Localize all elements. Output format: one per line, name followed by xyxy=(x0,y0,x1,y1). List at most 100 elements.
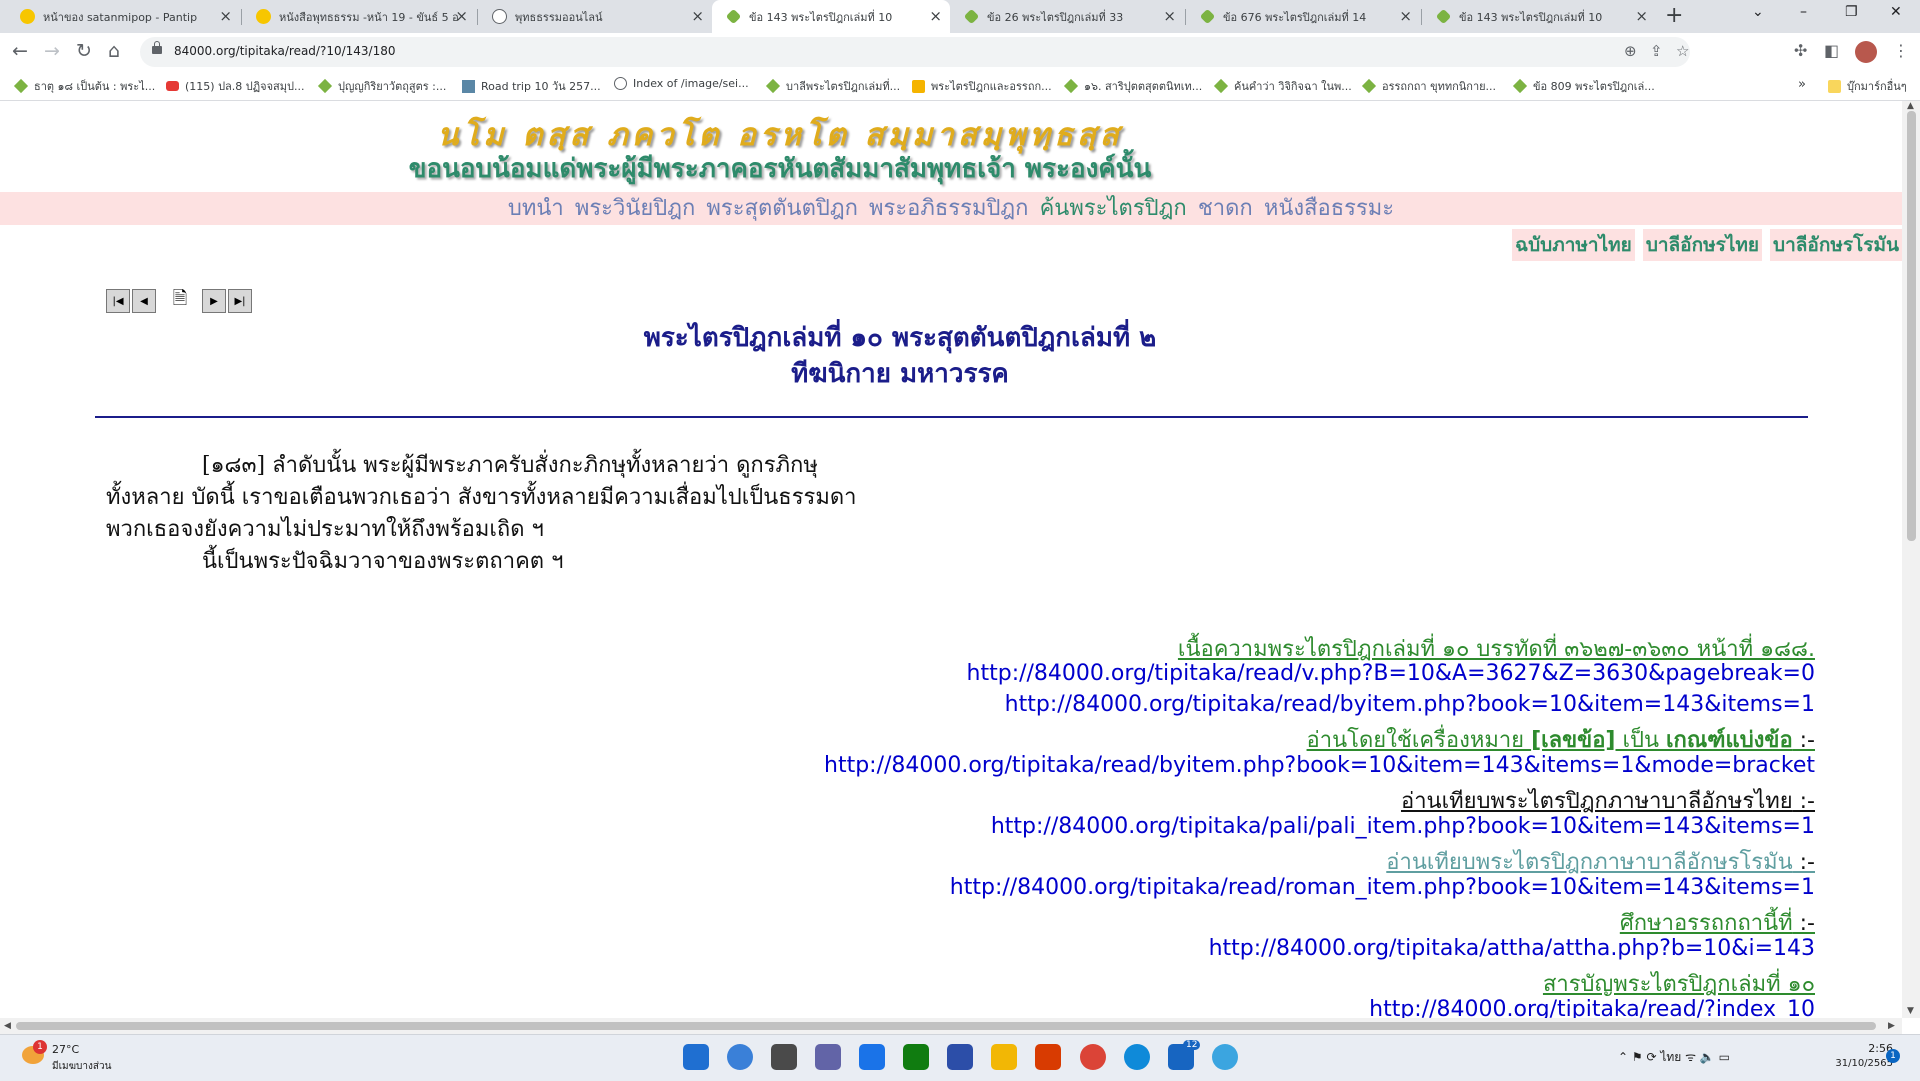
url-index[interactable]: http://84000.org/tipitaka/read/?index_10 xyxy=(1369,997,1815,1018)
menu-intro[interactable]: บทนำ xyxy=(508,196,564,221)
profile-avatar[interactable] xyxy=(1855,41,1877,63)
url-range[interactable]: http://84000.org/tipitaka/read/v.php?B=1… xyxy=(967,661,1815,686)
bookmark-item[interactable]: อรรถกถา ขุททกนิกาย... xyxy=(1361,77,1496,95)
scroll-left-icon[interactable]: ◀ xyxy=(4,1021,11,1031)
reload-icon[interactable]: ↻ xyxy=(76,41,92,61)
item-navigation: |◀ ◀ 🗎 ▶ ▶| xyxy=(106,287,254,315)
previous-item-icon[interactable]: ◀ xyxy=(132,289,156,313)
other-bookmarks-folder[interactable]: บุ๊กมาร์กอื่นๆ xyxy=(1828,77,1907,95)
minimize-button[interactable]: – xyxy=(1800,4,1807,20)
bookmark-item[interactable]: ค้นคำว่า วิจิกิจฉา ในพ... xyxy=(1213,77,1352,95)
bookmark-item[interactable]: ๑๖. สาริปุตตสุตตนิทเท... xyxy=(1063,77,1202,95)
menu-kebab-icon[interactable]: ⋮ xyxy=(1893,41,1909,60)
back-arrow-icon[interactable]: ← xyxy=(12,41,28,61)
scroll-thumb[interactable] xyxy=(16,1022,1876,1030)
system-tray[interactable]: ⌃ ⚑ ⟳ ไทย ᯤ 🔈 ▭ xyxy=(1618,1048,1730,1067)
close-window-button[interactable]: ✕ xyxy=(1890,4,1902,20)
bookmark-item[interactable]: ปุญญกิริยาวัตถุสูตร :... xyxy=(317,77,446,95)
close-icon[interactable]: × xyxy=(1399,8,1412,24)
weather-condition[interactable]: มีเมฆบางส่วน xyxy=(52,1059,111,1074)
url-byitem[interactable]: http://84000.org/tipitaka/read/byitem.ph… xyxy=(1005,692,1815,717)
index-link[interactable]: สารบัญพระไตรปิฎกเล่มที่ ๑๐ xyxy=(1543,966,1815,1001)
url-pali-roman[interactable]: http://84000.org/tipitaka/read/roman_ite… xyxy=(950,875,1815,900)
close-icon[interactable]: × xyxy=(691,8,704,24)
edge-icon[interactable] xyxy=(1124,1044,1150,1070)
tab-buddhadham-book[interactable]: หนังสือพุทธธรรม -หน้า 19 - ขันธ์ 5 อ × xyxy=(242,0,476,33)
scroll-right-icon[interactable]: ▶ xyxy=(1888,1021,1895,1031)
tab-buddhadham-online[interactable]: พุทธธรรมออนไลน์ × xyxy=(478,0,712,33)
mail-icon[interactable] xyxy=(859,1044,885,1070)
vertical-scrollbar[interactable]: ▲ ▼ xyxy=(1902,101,1920,1018)
forward-arrow-icon[interactable]: → xyxy=(44,41,60,61)
zoom-icon[interactable]: ⊕ xyxy=(1624,42,1637,60)
close-icon[interactable]: × xyxy=(1635,8,1648,24)
url-bracket[interactable]: http://84000.org/tipitaka/read/byitem.ph… xyxy=(824,753,1815,778)
home-icon[interactable]: ⌂ xyxy=(108,41,120,61)
share-icon[interactable]: ⇪ xyxy=(1650,42,1663,60)
url-attha[interactable]: http://84000.org/tipitaka/attha/attha.ph… xyxy=(1209,936,1815,961)
horizontal-scrollbar[interactable]: ◀ ▶ xyxy=(0,1018,1902,1034)
pali-roman-link[interactable]: อ่านเทียบพระไตรปิฎกภาษาบาลีอักษรโรมัน :- xyxy=(1386,844,1815,879)
menu-suttanta[interactable]: พระสุตตันตปิฎก xyxy=(706,196,858,221)
office-icon[interactable] xyxy=(1035,1044,1061,1070)
notification-badge[interactable]: 1 xyxy=(1886,1049,1900,1063)
tab-tipitaka-676[interactable]: ข้อ 676 พระไตรปิฎกเล่มที่ 14 × xyxy=(1186,0,1420,33)
address-bar[interactable]: 84000.org/tipitaka/read/?10/143/180 ⊕ ⇪ … xyxy=(140,37,1690,67)
bracket-mode-link[interactable]: อ่านโดยใช้เครื่องหมาย [เลขข้อ] เป็น เกณฑ… xyxy=(1307,722,1815,757)
lang-pali-roman-button[interactable]: บาลีอักษรโรมัน xyxy=(1770,229,1902,261)
lock-icon[interactable] xyxy=(152,41,162,54)
bookmark-star-icon[interactable]: ☆ xyxy=(1676,42,1689,60)
extensions-icon[interactable]: ✣ xyxy=(1794,41,1807,60)
last-item-icon[interactable]: ▶| xyxy=(228,289,252,313)
restore-button[interactable]: ❐ xyxy=(1845,4,1858,20)
menu-jataka[interactable]: ชาดก xyxy=(1198,196,1253,221)
teams-chat-icon[interactable] xyxy=(815,1044,841,1070)
bookmark-item[interactable]: ธาตุ ๑๘ เป็นต้น : พระไ... xyxy=(13,77,155,95)
first-item-icon[interactable]: |◀ xyxy=(106,289,130,313)
scroll-down-icon[interactable]: ▼ xyxy=(1907,1006,1914,1016)
new-tab-button[interactable]: + xyxy=(1665,3,1683,28)
input-language[interactable]: ไทย xyxy=(1660,1050,1681,1064)
url-text[interactable]: 84000.org/tipitaka/read/?10/143/180 xyxy=(174,44,396,58)
attha-link[interactable]: ศึกษาอรรถกถานี้ที่ :- xyxy=(1620,905,1815,940)
close-icon[interactable]: × xyxy=(455,8,468,24)
bookmark-item[interactable]: พระไตรปิฎกและอรรถก... xyxy=(912,77,1052,95)
scroll-up-icon[interactable]: ▲ xyxy=(1907,101,1914,111)
bookmark-item[interactable]: Road trip 10 วัน 257... xyxy=(462,77,601,95)
bookmark-item[interactable]: บาลีพระไตรปิฎกเล่มที่... xyxy=(765,77,900,95)
chrome-icon[interactable] xyxy=(1080,1044,1106,1070)
document-icon[interactable]: 🗎 xyxy=(168,288,192,313)
pali-thai-link[interactable]: อ่านเทียบพระไตรปิฎกภาษาบาลีอักษรไทย :- xyxy=(1401,783,1815,818)
network-app-icon[interactable] xyxy=(1212,1044,1238,1070)
menu-search[interactable]: ค้นพระไตรปิฎก xyxy=(1040,196,1187,221)
task-view-icon[interactable] xyxy=(771,1044,797,1070)
xbox-icon[interactable] xyxy=(903,1044,929,1070)
search-icon[interactable] xyxy=(727,1044,753,1070)
menu-abhidhamma[interactable]: พระอภิธรรมปิฎก xyxy=(869,196,1028,221)
close-icon[interactable]: × xyxy=(929,8,942,24)
bookmarks-overflow-button[interactable]: » xyxy=(1798,77,1806,92)
bookmark-item[interactable]: Index of /image/sei... xyxy=(614,77,749,90)
scroll-thumb[interactable] xyxy=(1907,111,1916,541)
menu-dhamma-books[interactable]: หนังสือธรรมะ xyxy=(1264,196,1394,221)
url-pali-thai[interactable]: http://84000.org/tipitaka/pali/pali_item… xyxy=(991,814,1815,839)
tab-tipitaka-143-active[interactable]: ข้อ 143 พระไตรปิฎกเล่มที่ 10 × xyxy=(712,0,950,33)
tab-tipitaka-143[interactable]: ข้อ 143 พระไตรปิฎกเล่มที่ 10 × xyxy=(1422,0,1656,33)
close-icon[interactable]: × xyxy=(219,8,232,24)
side-panel-icon[interactable]: ◧ xyxy=(1824,41,1839,60)
pen-app-icon[interactable] xyxy=(947,1044,973,1070)
tab-search-chevron-icon[interactable]: ⌄ xyxy=(1752,4,1764,20)
bookmark-item[interactable]: ข้อ 809 พระไตรปิฎกเล่... xyxy=(1512,77,1655,95)
lang-thai-button[interactable]: ฉบับภาษาไทย xyxy=(1512,229,1635,261)
lang-pali-thai-button[interactable]: บาลีอักษรไทย xyxy=(1642,229,1763,261)
close-icon[interactable]: × xyxy=(1163,8,1176,24)
bookmark-item[interactable]: (115) ปล.8 ปฏิจจสมุป... xyxy=(166,77,305,95)
start-icon[interactable] xyxy=(683,1044,709,1070)
temperature[interactable]: 27°C xyxy=(52,1043,79,1056)
tab-pantip[interactable]: หน้าของ satanmipop - Pantip × xyxy=(6,0,240,33)
next-item-icon[interactable]: ▶ xyxy=(202,289,226,313)
tab-tipitaka-26[interactable]: ข้อ 26 พระไตรปิฎกเล่มที่ 33 × xyxy=(950,0,1184,33)
clock-date[interactable]: 31/10/2565 xyxy=(1833,1058,1893,1069)
file-explorer-icon[interactable] xyxy=(991,1044,1017,1070)
menu-vinaya[interactable]: พระวินัยปิฎก xyxy=(575,196,695,221)
